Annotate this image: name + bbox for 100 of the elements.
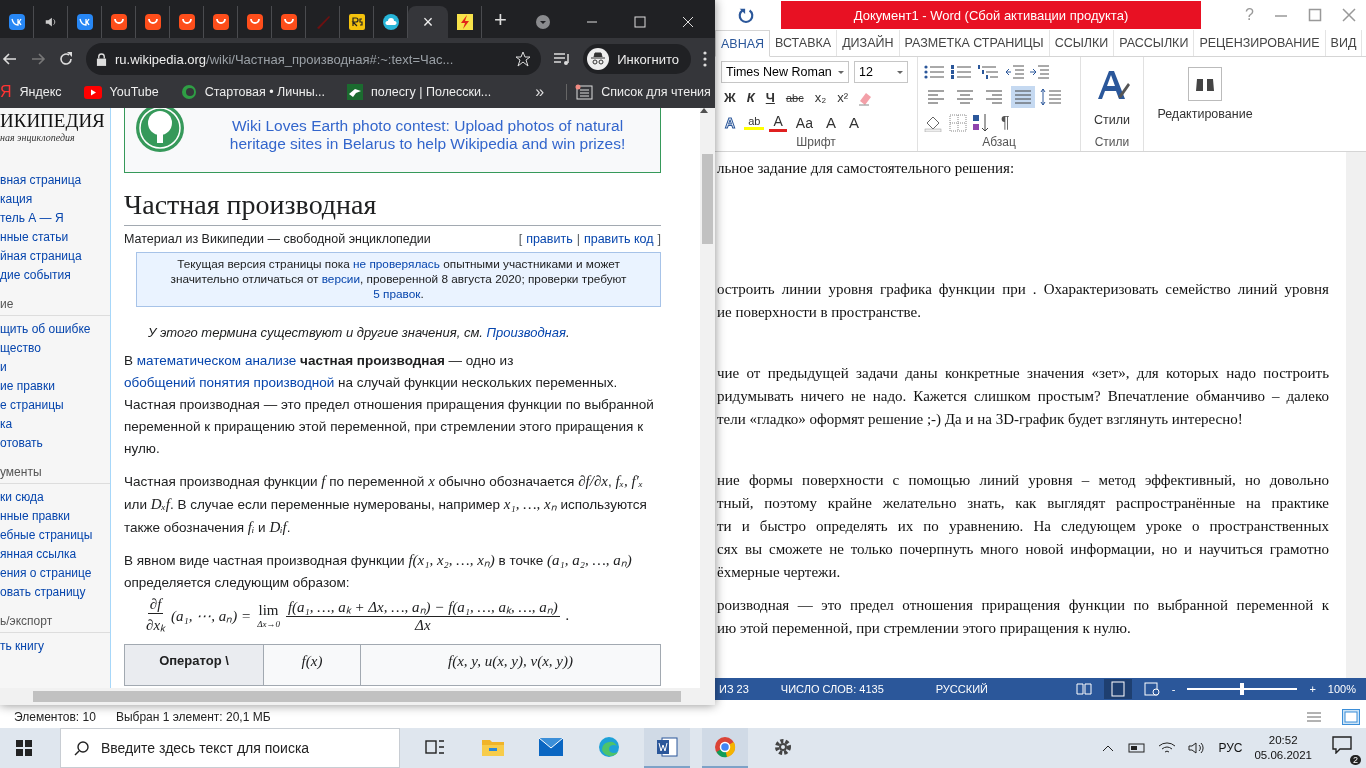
format-button[interactable]: abc — [782, 91, 807, 104]
font-button[interactable]: A — [845, 114, 864, 131]
web-layout-icon[interactable] — [1143, 682, 1160, 696]
read-mode-icon[interactable] — [1075, 682, 1092, 696]
sidebar-link[interactable]: е страницы — [0, 396, 110, 415]
taskbar-app[interactable] — [644, 728, 690, 768]
language-indicator[interactable]: РУССКИЙ — [935, 683, 988, 695]
link[interactable]: математическом анализе — [136, 353, 297, 368]
sidebar-link[interactable]: ки сюда — [0, 488, 110, 507]
input-language[interactable]: РУС — [1218, 741, 1243, 755]
wifi-icon[interactable] — [1158, 741, 1177, 755]
sidebar-link[interactable]: вная страница — [0, 171, 110, 190]
more-bookmarks-button[interactable]: » — [535, 83, 545, 101]
incognito-button[interactable]: Инкогнито — [583, 44, 691, 74]
bookmark[interactable]: полесгу | Полесски... — [347, 84, 492, 100]
undo-icon[interactable] — [737, 6, 755, 24]
ribbon-tab[interactable]: ВИД — [1325, 30, 1363, 56]
format-button[interactable]: Ч — [762, 90, 778, 105]
banner-link[interactable]: Wiki Loves Earth photo contest: Upload photos of natural — [231, 117, 624, 135]
show-marks-button[interactable]: ¶ — [1001, 113, 1010, 132]
clock[interactable]: 20:52 05.06.2021 — [1254, 733, 1312, 763]
sidebar-link[interactable]: ения о странице — [0, 564, 110, 583]
font-button[interactable]: A — [769, 113, 787, 132]
sidebar-link[interactable]: ие правки — [0, 377, 110, 396]
sidebar-link[interactable]: кация — [0, 190, 110, 209]
document-text: сях вы сможете не только почерпнуть много новой информации, но и научиться грамотно — [717, 540, 1329, 559]
volume-icon[interactable] — [1188, 741, 1207, 755]
edit-link[interactable]: править — [526, 232, 573, 246]
sidebar-link[interactable]: янная ссылка — [0, 545, 110, 564]
format-button[interactable]: К — [743, 90, 758, 105]
ribbon-tab[interactable]: ВСТАВКА — [770, 30, 838, 56]
scrollbar-thumb[interactable] — [702, 154, 713, 244]
font-button[interactable]: ab — [744, 115, 765, 130]
sidebar-link[interactable]: ть книгу — [0, 637, 110, 656]
zoom-slider-thumb[interactable] — [1240, 683, 1245, 695]
windows-start-icon[interactable] — [16, 740, 32, 756]
zoom-out-button[interactable]: - — [1171, 683, 1176, 695]
print-layout-icon[interactable] — [1103, 679, 1132, 699]
multilevel-list-icon[interactable] — [978, 63, 1000, 80]
edit-source-link[interactable]: править код — [583, 232, 654, 246]
ribbon-tab[interactable]: ДИЗАЙН — [837, 30, 900, 56]
sidebar-link[interactable]: нные статьи — [0, 228, 110, 247]
reading-list-button[interactable]: Список для чтения — [566, 84, 711, 100]
sidebar-link[interactable]: йная страница — [0, 247, 110, 266]
font-button[interactable]: A — [822, 114, 840, 131]
forward-icon[interactable] — [30, 51, 46, 67]
chevron-up-icon[interactable] — [1102, 744, 1115, 752]
format-button[interactable]: x² — [834, 90, 852, 105]
thumbnail-view-icon[interactable] — [1342, 708, 1360, 725]
link[interactable]: обобщений понятия производной — [124, 375, 335, 390]
ribbon-tab[interactable]: ССЫЛКИ — [1049, 30, 1115, 56]
font-button[interactable]: Аа — [791, 114, 817, 131]
format-button[interactable]: x₂ — [811, 90, 830, 105]
banner-link[interactable]: heritage sites in Belarus to help Wikipedia and win prizes! — [229, 135, 626, 153]
bookmark[interactable]: YouTube — [83, 85, 159, 99]
address-bar[interactable]: ru.wikipedia.org/wiki/Частная_производная#:~:text=Час... — [86, 43, 542, 75]
wiki-logo[interactable]: ИКИПЕДИЯ — [0, 110, 110, 132]
bullet-list-icon[interactable] — [924, 63, 946, 80]
back-icon[interactable] — [2, 51, 18, 67]
notification-button[interactable]: 2 — [1324, 731, 1362, 765]
bookmark[interactable]: Я Яндекс — [0, 83, 62, 101]
sidebar-link[interactable]: нные правки — [0, 507, 110, 526]
sidebar-link[interactable]: щить об ошибке — [0, 320, 110, 339]
sidebar-link[interactable]: тель А — Я — [0, 209, 110, 228]
zoom-in-button[interactable]: + — [1309, 683, 1316, 695]
sidebar-link[interactable]: овать страницу — [0, 583, 110, 602]
new-tab-button[interactable]: + — [482, 7, 519, 37]
ribbon-tab[interactable]: РАЗМЕТКА СТРАНИЦЫ — [899, 30, 1050, 56]
ribbon-tab[interactable]: РЕЦЕНЗИРОВАНИЕ — [1194, 30, 1326, 56]
sidebar-link[interactable]: ка — [0, 415, 110, 434]
sort-icon[interactable] — [972, 112, 990, 133]
battery-icon[interactable] — [1126, 742, 1147, 754]
star-icon[interactable] — [515, 51, 532, 67]
ribbon-tab[interactable]: АВНАЯ — [715, 30, 771, 57]
scrollbar-thumb[interactable] — [33, 691, 681, 702]
bookmark[interactable]: Стартовая • Личны... — [180, 84, 326, 100]
font-size-field[interactable]: 12 — [854, 61, 908, 83]
document-text: ию этой переменной, при стремлении этого приращения к нулю. — [717, 619, 1132, 638]
font-name-field[interactable]: Times New Roman — [721, 61, 849, 83]
maximize-icon[interactable] — [1308, 8, 1322, 22]
reload-icon[interactable] — [58, 51, 74, 67]
sidebar-link[interactable]: ебные страницы — [0, 526, 110, 545]
sidebar-link[interactable]: отовать — [0, 434, 110, 453]
tab-search-icon[interactable] — [535, 14, 551, 30]
sidebar-link[interactable]: щество — [0, 339, 110, 358]
sidebar-link[interactable]: дие события — [0, 266, 110, 285]
editing-button[interactable]: Редактирование — [1157, 67, 1253, 121]
format-button[interactable]: Ж — [721, 90, 739, 105]
numbered-list-icon[interactable] — [951, 63, 973, 80]
line-spacing-icon[interactable] — [1040, 88, 1062, 106]
sidebar-link[interactable]: и — [0, 358, 110, 377]
menu-icon[interactable] — [703, 51, 707, 67]
ribbon-tab[interactable]: РАССЫЛКИ — [1114, 30, 1195, 56]
styles-button[interactable]: Стили — [1092, 67, 1132, 127]
taskbar-search-field[interactable]: Введите здесь текст для поиска — [60, 728, 400, 768]
media-control-icon[interactable] — [553, 51, 572, 67]
browser-tab[interactable]: × — [408, 6, 448, 38]
link[interactable]: не проверялась — [353, 257, 440, 271]
close-tab-button[interactable]: × — [422, 11, 434, 33]
link[interactable]: Производная — [486, 325, 566, 340]
